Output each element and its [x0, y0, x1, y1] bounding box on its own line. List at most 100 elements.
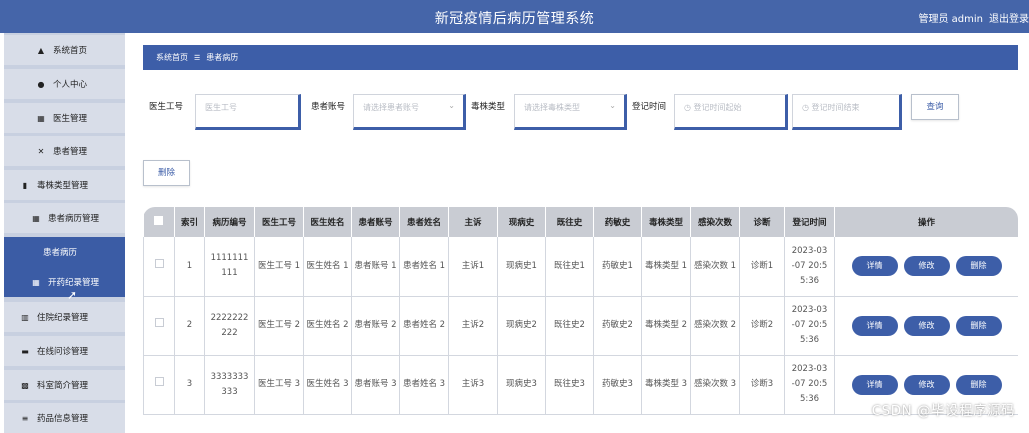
row-select-cell[interactable]: [144, 355, 175, 414]
current-user: 管理员 admin: [918, 14, 983, 25]
records-table: 索引 病历编号 医生工号 医生姓名 患者账号 患者姓名 主诉 现病史 既往史 药…: [143, 207, 1018, 427]
column-header: 登记时间: [785, 207, 835, 237]
delete-button[interactable]: 删除: [143, 160, 190, 186]
sidebar-item-drug[interactable]: ≡ 药品信息管理: [4, 403, 125, 433]
column-header: 操作: [835, 207, 1019, 237]
edit-button[interactable]: 修改: [904, 375, 950, 395]
sidebar-item-strain[interactable]: ▮毒株类型管理: [4, 170, 125, 200]
cell-patient-acct: 患者账号 1: [352, 237, 400, 296]
detail-button[interactable]: 详情: [852, 256, 898, 276]
sidebar-item-record-mgmt[interactable]: ▦患者病历管理: [4, 203, 125, 233]
row-checkbox[interactable]: [155, 259, 164, 268]
home-icon: ▲: [36, 46, 46, 55]
placeholder: 医生工号: [205, 102, 237, 113]
cell-present-history: 现病史3: [498, 355, 546, 414]
grid-icon: ▦: [36, 114, 46, 123]
row-checkbox[interactable]: [155, 377, 164, 386]
breadcrumb-current: 患者病历: [206, 52, 238, 63]
sidebar-item-label: 开药纪录管理: [48, 276, 99, 288]
time-start-input[interactable]: ◷ 登记时间起始: [674, 94, 788, 130]
select-all-checkbox[interactable]: [154, 216, 163, 225]
cell-allergy-history: 药敏史3: [594, 355, 642, 414]
detail-button[interactable]: 详情: [852, 316, 898, 336]
cell-patient-name: 患者姓名 3: [400, 355, 449, 414]
cell-record-no: 3333333 333: [205, 355, 255, 414]
cell-doctor-name: 医生姓名 3: [304, 355, 352, 414]
logout-link[interactable]: 退出登录: [989, 14, 1029, 25]
user-icon: ●: [36, 80, 46, 89]
sidebar-item-hospital[interactable]: ▥住院纪录管理: [4, 302, 125, 332]
time-end-input[interactable]: ◷ 登记时间结束: [792, 94, 902, 130]
cell-patient-name: 患者姓名 1: [400, 237, 449, 296]
cell-index: 3: [175, 355, 205, 414]
breadcrumb-separator-icon: ☰: [194, 54, 200, 62]
time-label: 登记时间: [632, 100, 666, 112]
patient-acct-select[interactable]: 请选择患者账号 ⌄: [353, 94, 466, 130]
cell-diagnosis: 诊断1: [740, 237, 785, 296]
sidebar-subitem-patient-record[interactable]: 患者病历: [4, 237, 125, 267]
sidebar-item-patient[interactable]: ✕ 患者管理: [4, 136, 125, 166]
system-title: 新冠疫情后病历管理系统: [0, 8, 1029, 28]
chevron-down-icon: ⌄: [448, 101, 455, 110]
placeholder-text: 登记时间起始: [694, 103, 742, 112]
placeholder: ◷ 登记时间起始: [684, 102, 742, 113]
cell-allergy-history: 药敏史2: [594, 296, 642, 355]
cell-infections: 感染次数 3: [691, 355, 740, 414]
cell-index: 1: [175, 237, 205, 296]
column-header: 病历编号: [205, 207, 255, 237]
doctor-no-input[interactable]: 医生工号: [195, 94, 301, 130]
sidebar-item-department[interactable]: ▩科室简介管理: [4, 370, 125, 400]
list-icon: ≡: [20, 414, 30, 423]
detail-button[interactable]: 详情: [852, 375, 898, 395]
grid-icon: ▦: [31, 214, 41, 223]
sidebar-item-doctor[interactable]: ▦医生管理: [4, 103, 125, 133]
sidebar-item-label: 患者管理: [53, 145, 87, 157]
column-header: 医生姓名: [304, 207, 352, 237]
select-all-header[interactable]: [144, 207, 175, 237]
sidebar-item-consult[interactable]: ▬在线问诊管理: [4, 336, 125, 366]
book-icon: ▮: [20, 181, 30, 190]
cell-doctor-no: 医生工号 1: [255, 237, 304, 296]
sidebar-item-label: 在线问诊管理: [37, 345, 88, 357]
sidebar-item-label: 系统首页: [53, 44, 87, 56]
cell-past-history: 既往史1: [546, 237, 594, 296]
column-header: 现病史: [498, 207, 546, 237]
cell-actions: 详情修改删除: [835, 237, 1019, 296]
placeholder: 请选择患者账号: [363, 102, 419, 113]
sidebar-item-prescription[interactable]: ▦开药纪录管理: [4, 267, 125, 297]
cell-present-history: 现病史2: [498, 296, 546, 355]
table-row: 2 2222222 222 医生工号 2 医生姓名 2 患者账号 2 患者姓名 …: [144, 296, 1019, 355]
row-checkbox[interactable]: [155, 318, 164, 327]
edit-button[interactable]: 修改: [904, 256, 950, 276]
cell-doctor-name: 医生姓名 2: [304, 296, 352, 355]
cell-time: 2023-03 -07 20:5 5:36: [785, 296, 835, 355]
crossed-icon: ✕: [36, 147, 46, 156]
delete-row-button[interactable]: 删除: [956, 375, 1002, 395]
column-header: 药敏史: [594, 207, 642, 237]
clock-icon: ◷: [802, 103, 812, 112]
delete-row-button[interactable]: 删除: [956, 316, 1002, 336]
strain-label: 毒株类型: [471, 100, 505, 112]
query-button[interactable]: 查询: [911, 94, 959, 120]
row-select-cell[interactable]: [144, 296, 175, 355]
cell-index: 2: [175, 296, 205, 355]
user-area: 管理员 admin 退出登录: [912, 10, 1029, 25]
sidebar-item-home[interactable]: ▲ 系统首页: [4, 35, 125, 65]
top-header: 新冠疫情后病历管理系统 管理员 admin 退出登录: [0, 0, 1029, 33]
sidebar-item-label: 药品信息管理: [37, 412, 88, 424]
edit-button[interactable]: 修改: [904, 316, 950, 336]
column-header: 感染次数: [691, 207, 740, 237]
strain-select[interactable]: 请选择毒株类型 ⌄: [514, 94, 627, 130]
cell-infections: 感染次数 2: [691, 296, 740, 355]
sidebar-item-profile[interactable]: ●个人中心: [4, 69, 125, 99]
breadcrumb-home[interactable]: 系统首页: [156, 52, 188, 63]
cell-actions: 详情修改删除: [835, 296, 1019, 355]
column-header: 主诉: [449, 207, 498, 237]
column-header: 既往史: [546, 207, 594, 237]
column-header: 毒株类型: [642, 207, 691, 237]
breadcrumb: 系统首页 ☰ 患者病历: [143, 45, 1018, 70]
column-header: 诊断: [740, 207, 785, 237]
row-select-cell[interactable]: [144, 237, 175, 296]
cell-diagnosis: 诊断2: [740, 296, 785, 355]
delete-row-button[interactable]: 删除: [956, 256, 1002, 276]
